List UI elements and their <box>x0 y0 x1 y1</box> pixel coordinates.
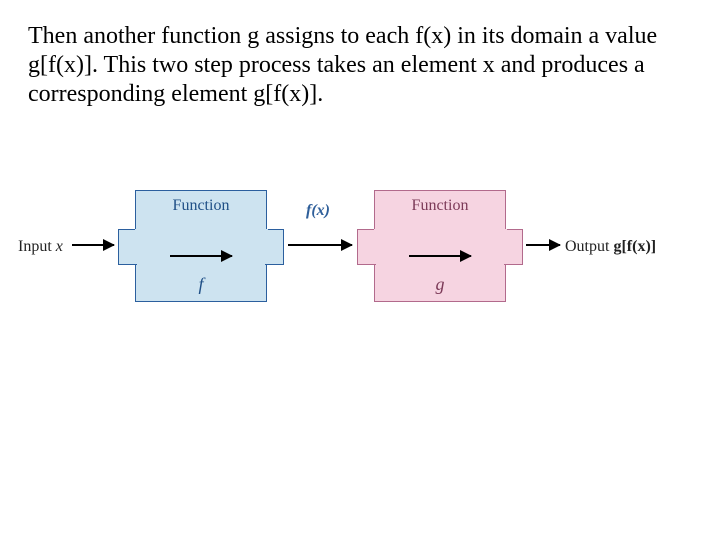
arrow-icon <box>526 244 560 246</box>
arrow-icon <box>409 255 471 257</box>
box-g-name: g <box>375 274 505 295</box>
output-prefix: Output <box>565 238 613 255</box>
arrow-icon <box>72 244 114 246</box>
input-var: x <box>56 238 63 255</box>
function-box-g: Function g <box>374 190 506 302</box>
input-label: Input x <box>18 238 63 256</box>
box-notch-icon <box>265 229 284 265</box>
composition-diagram: Input x Function f f(x) Function g Outpu… <box>10 180 690 310</box>
output-expr: g[f(x)] <box>613 238 656 255</box>
box-notch-icon <box>504 229 523 265</box>
intermediate-label: f(x) <box>306 202 330 220</box>
fx-text: f(x) <box>306 202 330 219</box>
box-g-title: Function <box>375 197 505 215</box>
arrow-icon <box>288 244 352 246</box>
arrow-icon <box>170 255 232 257</box>
output-label: Output g[f(x)] <box>565 238 656 256</box>
box-f-title: Function <box>136 197 266 215</box>
box-f-name: f <box>136 274 266 295</box>
body-paragraph: Then another function g assigns to each … <box>28 22 688 108</box>
input-prefix: Input <box>18 238 56 255</box>
function-box-f: Function f <box>135 190 267 302</box>
